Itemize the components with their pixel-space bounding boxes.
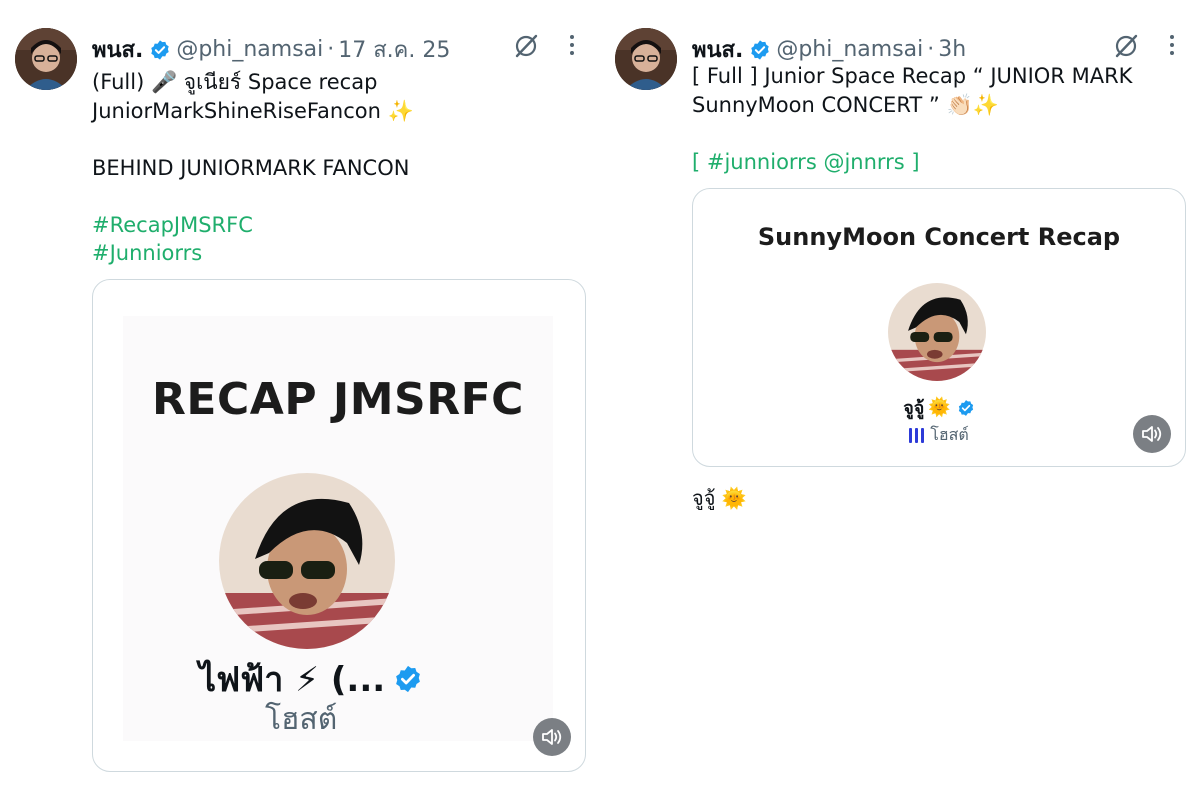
more-icon[interactable] [1168, 32, 1176, 58]
mention-link[interactable]: @jnnrrs [823, 150, 904, 174]
timestamp[interactable]: 3h [938, 37, 966, 62]
card-canvas: RECAP JMSRFC ไฟฟ้า ⚡ (... โฮสต์ [123, 316, 553, 741]
display-name[interactable]: พนส. [92, 32, 143, 67]
separator: · [327, 37, 335, 62]
mute-toggle[interactable] [533, 718, 571, 756]
handle[interactable]: @phi_namsai [176, 37, 323, 62]
caption-text: จูจู้ [692, 486, 716, 510]
tag-line: [ #junniorrs @jnnrrs ] [692, 148, 1192, 177]
space-recap-card[interactable]: SunnyMoon Concert Recap จูจู้ 🌞 โฮสต์ [692, 188, 1186, 467]
speaker-icon [1142, 426, 1162, 442]
speaker-icon [542, 729, 562, 745]
tweet-2[interactable]: พนส. @phi_namsai · 3h [ Full ] Junior Sp… [600, 0, 1200, 791]
tweet-line [692, 119, 1192, 148]
hashtag-link[interactable]: #junniorrs [707, 150, 817, 174]
bracket-open: [ [692, 149, 707, 174]
hashtag-link[interactable]: #Junniorrs [92, 239, 592, 268]
sun-emoji: 🌞 [928, 397, 951, 418]
tweet-line: [ Full ] Junior Space Recap “ JUNIOR MAR… [692, 64, 1133, 88]
audio-bars-icon [909, 428, 925, 443]
space-recap-card[interactable]: RECAP JMSRFC ไฟฟ้า ⚡ (... โฮสต์ [92, 279, 586, 772]
tweet-line: (Full) 🎤 จูเนียร์ Space recap [92, 70, 378, 94]
verified-badge-icon [396, 665, 421, 693]
host-role: โฮสต์ [930, 425, 969, 444]
host-name-row: จูจู้ 🌞 [693, 393, 1185, 422]
tweet-line: BEHIND JUNIORMARK FANCON [92, 155, 410, 180]
host-avatar [219, 473, 395, 649]
verified-badge-icon [751, 39, 770, 60]
avatar[interactable] [615, 28, 677, 90]
card-title: RECAP JMSRFC [152, 374, 524, 425]
sun-emoji: 🌞 [721, 486, 747, 510]
tweet-line [92, 125, 592, 154]
card-caption: จูจู้ 🌞 [692, 482, 747, 514]
host-avatar [888, 283, 986, 381]
verified-badge-icon [958, 399, 973, 416]
avatar[interactable] [15, 28, 77, 90]
separator: · [927, 37, 935, 62]
verified-badge-icon [151, 39, 170, 60]
card-title: SunnyMoon Concert Recap [757, 223, 1121, 251]
tweet-header: พนส. @phi_namsai · 17 ส.ค. 25 [92, 32, 450, 67]
mute-toggle[interactable] [1133, 415, 1171, 453]
tweet-line [92, 182, 592, 211]
host-name: จูจู้ [903, 398, 925, 419]
avatar-photo [15, 28, 77, 90]
grok-icon[interactable] [1112, 32, 1140, 60]
timestamp[interactable]: 17 ส.ค. 25 [338, 32, 450, 67]
handle[interactable]: @phi_namsai [776, 37, 923, 62]
host-role: โฮสต์ [265, 702, 338, 737]
more-icon[interactable] [568, 32, 576, 58]
grok-icon[interactable] [512, 32, 540, 60]
tweet-line: JuniorMarkShineRiseFancon ✨ [92, 98, 414, 123]
tweet-1[interactable]: พนส. @phi_namsai · 17 ส.ค. 25 (Full) 🎤 จ… [0, 0, 600, 791]
hashtag-link[interactable]: #RecapJMSRFC [92, 211, 592, 240]
tweet-text: [ Full ] Junior Space Recap “ JUNIOR MAR… [692, 62, 1192, 176]
avatar-photo [615, 28, 677, 90]
tweet-line: SunnyMoon CONCERT ” 👏🏻✨ [692, 92, 999, 117]
host-role-row: โฮสต์ [693, 423, 1185, 448]
tweet-text: (Full) 🎤 จูเนียร์ Space recap JuniorMark… [92, 68, 592, 268]
bracket-close: ] [904, 149, 920, 174]
